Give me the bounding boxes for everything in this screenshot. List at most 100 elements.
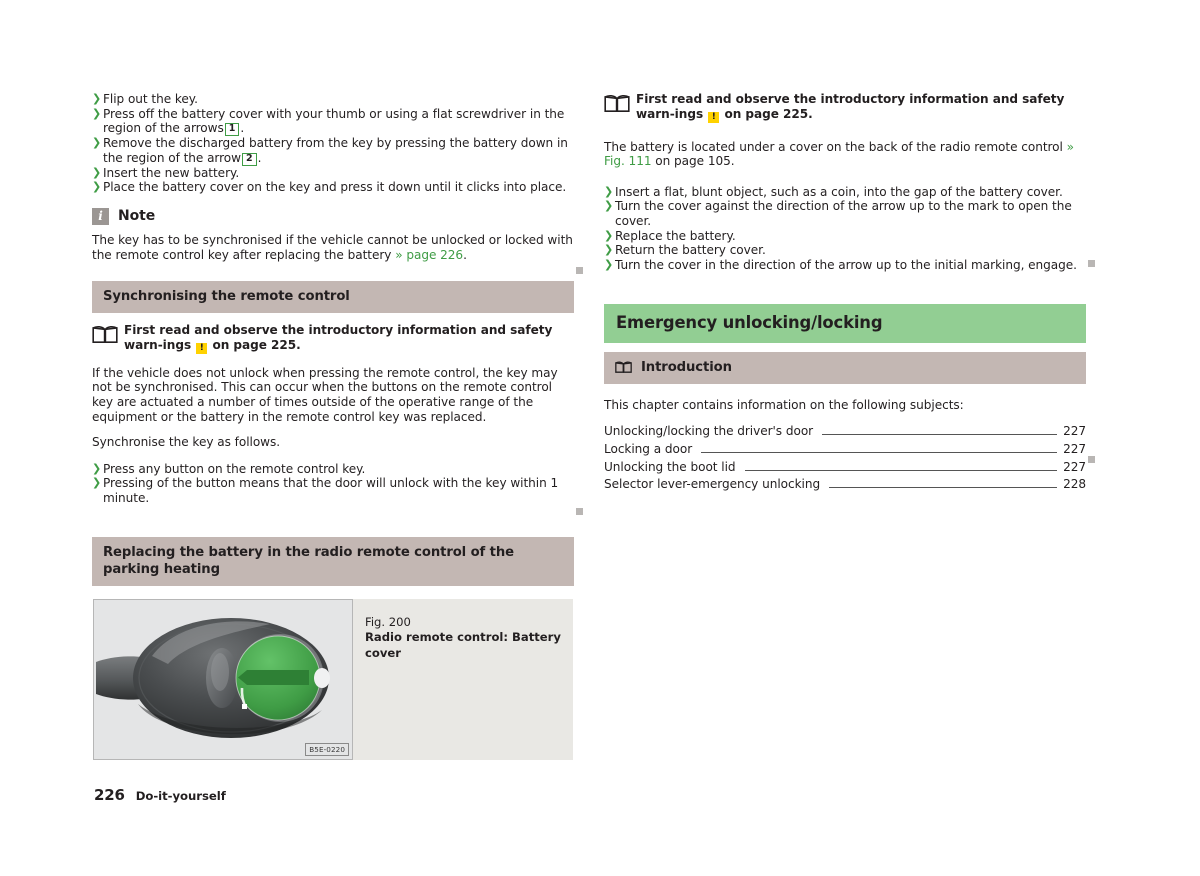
chevron-right-icon: ❯ bbox=[604, 184, 614, 198]
toc-label: Locking a door bbox=[604, 441, 693, 456]
toc-page: 227 bbox=[1063, 459, 1086, 474]
toc-label: Unlocking the boot lid bbox=[604, 459, 736, 474]
chevron-right-icon: ❯ bbox=[92, 476, 102, 490]
battery-cover-steps: ❯ Insert a flat, blunt object, such as a… bbox=[604, 185, 1086, 273]
battery-location-part1: The battery is located under a cover on … bbox=[604, 139, 1063, 154]
figure-image-radio-remote: B5E-0220 bbox=[93, 598, 353, 760]
step-text: Press off the battery cover with your th… bbox=[103, 106, 565, 136]
chevron-right-icon: ❯ bbox=[92, 461, 102, 475]
sync-steps: ❯ Press any button on the remote control… bbox=[92, 462, 574, 506]
list-item: ❯ Remove the discharged battery from the… bbox=[92, 136, 568, 166]
chevron-right-icon: ❯ bbox=[92, 180, 102, 194]
note-text-part1: The key has to be synchronised if the ve… bbox=[92, 232, 573, 262]
section-parking-heating: Replacing the battery in the radio remot… bbox=[92, 536, 574, 761]
step-text: Pressing of the button means that the do… bbox=[103, 476, 559, 505]
chevron-right-icon: ❯ bbox=[92, 106, 102, 120]
figure-caption: Fig. 200 Radio remote control: Battery c… bbox=[353, 598, 573, 760]
open-book-icon bbox=[604, 92, 636, 118]
read-first-notice: First read and observe the introductory … bbox=[92, 323, 574, 354]
read-first-part1: First read and observe the introductory … bbox=[636, 92, 1065, 121]
figure-number: Fig. 200 bbox=[365, 614, 411, 629]
step-text: Place the battery cover on the key and p… bbox=[103, 180, 567, 195]
toc-leader bbox=[701, 451, 1058, 453]
figure-title: Radio remote control: Battery cover bbox=[365, 630, 561, 660]
chevron-right-icon: ❯ bbox=[92, 92, 102, 105]
section-end-marker bbox=[576, 508, 583, 515]
introduction-label: Introduction bbox=[641, 360, 732, 376]
step-text: Press any button on the remote control k… bbox=[103, 461, 366, 476]
toc-row[interactable]: Locking a door 227 bbox=[604, 441, 1086, 459]
toc-leader bbox=[822, 433, 1058, 435]
chevron-right-icon: ❯ bbox=[604, 199, 614, 213]
toc-label: Unlocking/locking the driver's door bbox=[604, 423, 814, 438]
toc-leader bbox=[829, 486, 1058, 489]
note-text: The key has to be synchronised if the ve… bbox=[92, 233, 574, 262]
list-item: ❯ Pressing of the button means that the … bbox=[92, 476, 574, 505]
warning-icon: ! bbox=[708, 111, 720, 123]
chapter-toc: Unlocking/locking the driver's door 227 … bbox=[604, 423, 1086, 494]
step-text: Replace the battery. bbox=[615, 228, 736, 243]
step-text: Flip out the key. bbox=[103, 92, 198, 106]
note-title: Note bbox=[118, 208, 156, 225]
toc-row[interactable]: Selector lever-emergency unlocking 228 bbox=[604, 476, 1086, 494]
toc-page: 227 bbox=[1063, 441, 1086, 456]
sync-paragraph-2: Synchronise the key as follows. bbox=[92, 435, 281, 450]
list-item: ❯ Insert a flat, blunt object, such as a… bbox=[604, 185, 1086, 200]
read-first-text: First read and observe the introductory … bbox=[124, 323, 574, 354]
read-first-part2: on page 225. bbox=[724, 106, 813, 121]
chevron-right-icon: ❯ bbox=[604, 228, 614, 242]
step-text: Insert the new battery. bbox=[103, 165, 240, 180]
battery-location-paragraph: The battery is located under a cover on … bbox=[604, 140, 1086, 169]
toc-leader bbox=[744, 469, 1058, 471]
note-block: i Note The key has to be synchronised if… bbox=[92, 207, 574, 262]
section-end-marker bbox=[576, 267, 583, 274]
read-first-part2: on page 225. bbox=[212, 337, 301, 352]
step-text: Remove the discharged battery from the k… bbox=[103, 136, 568, 165]
list-item: ❯ Return the battery cover. bbox=[604, 243, 1086, 258]
note-text-part2: . bbox=[463, 247, 467, 262]
step-text: Insert a flat, blunt object, such as a c… bbox=[615, 184, 1063, 199]
read-first-part1: First read and observe the introductory … bbox=[124, 323, 553, 352]
open-book-icon bbox=[92, 323, 124, 349]
figure-200: B5E-0220 Fig. 200 Radio remote control: … bbox=[92, 597, 574, 761]
list-item: ❯ Turn the cover in the direction of the… bbox=[604, 258, 1086, 273]
section-heading-introduction: Introduction bbox=[604, 352, 1086, 385]
step-text: Return the battery cover. bbox=[615, 243, 766, 258]
toc-row[interactable]: Unlocking/locking the driver's door 227 bbox=[604, 423, 1086, 441]
info-icon: i bbox=[92, 207, 109, 225]
list-item: ❯ Press off the battery cover with your … bbox=[92, 106, 565, 137]
list-item: ❯ Press any button on the remote control… bbox=[92, 462, 574, 477]
footer-section-title: Do-it-yourself bbox=[135, 789, 226, 803]
toc-page: 227 bbox=[1063, 423, 1086, 438]
toc-page: 228 bbox=[1063, 477, 1086, 492]
right-column: First read and observe the introductory … bbox=[604, 92, 1086, 494]
section-heading-synchronising: Synchronising the remote control bbox=[92, 281, 574, 314]
battery-location-part2: on page 105. bbox=[655, 154, 735, 169]
warning-icon: ! bbox=[196, 342, 208, 354]
figure-code-label: B5E-0220 bbox=[305, 742, 349, 756]
chapter-heading-emergency: Emergency unlocking/locking bbox=[604, 304, 1086, 344]
page-reference-link[interactable]: » page 226 bbox=[395, 248, 463, 262]
list-item: ❯ Insert the new battery. bbox=[92, 166, 574, 181]
toc-row[interactable]: Unlocking the boot lid 227 bbox=[604, 459, 1086, 477]
section-end-marker bbox=[1088, 260, 1095, 267]
open-book-icon bbox=[615, 361, 632, 374]
callout-badge-2: 2 bbox=[242, 152, 257, 166]
section-end-marker bbox=[1088, 456, 1095, 463]
step-text: Turn the cover against the direction of … bbox=[615, 199, 1072, 228]
read-first-notice: First read and observe the introductory … bbox=[604, 92, 1086, 123]
list-item: ❯ Place the battery cover on the key and… bbox=[92, 180, 574, 195]
chevron-right-icon: ❯ bbox=[92, 165, 102, 179]
callout-badge-1: 1 bbox=[224, 123, 240, 137]
chapter-intro-text: This chapter contains information on the… bbox=[604, 398, 964, 413]
manual-page: ❯ Flip out the key. ❯ Press off the batt… bbox=[0, 0, 1200, 876]
chevron-right-icon: ❯ bbox=[92, 136, 102, 150]
read-first-text: First read and observe the introductory … bbox=[636, 92, 1086, 123]
page-number: 226 bbox=[94, 786, 125, 804]
battery-replacement-steps: ❯ Flip out the key. ❯ Press off the batt… bbox=[92, 92, 574, 195]
sync-paragraph-1: If the vehicle does not unlock when pres… bbox=[92, 365, 558, 424]
left-column: ❯ Flip out the key. ❯ Press off the batt… bbox=[92, 92, 574, 761]
list-item: ❯ Turn the cover against the direction o… bbox=[604, 199, 1086, 228]
chevron-right-icon: ❯ bbox=[604, 257, 614, 271]
section-emergency-unlocking: Emergency unlocking/locking Introduction… bbox=[604, 304, 1086, 494]
